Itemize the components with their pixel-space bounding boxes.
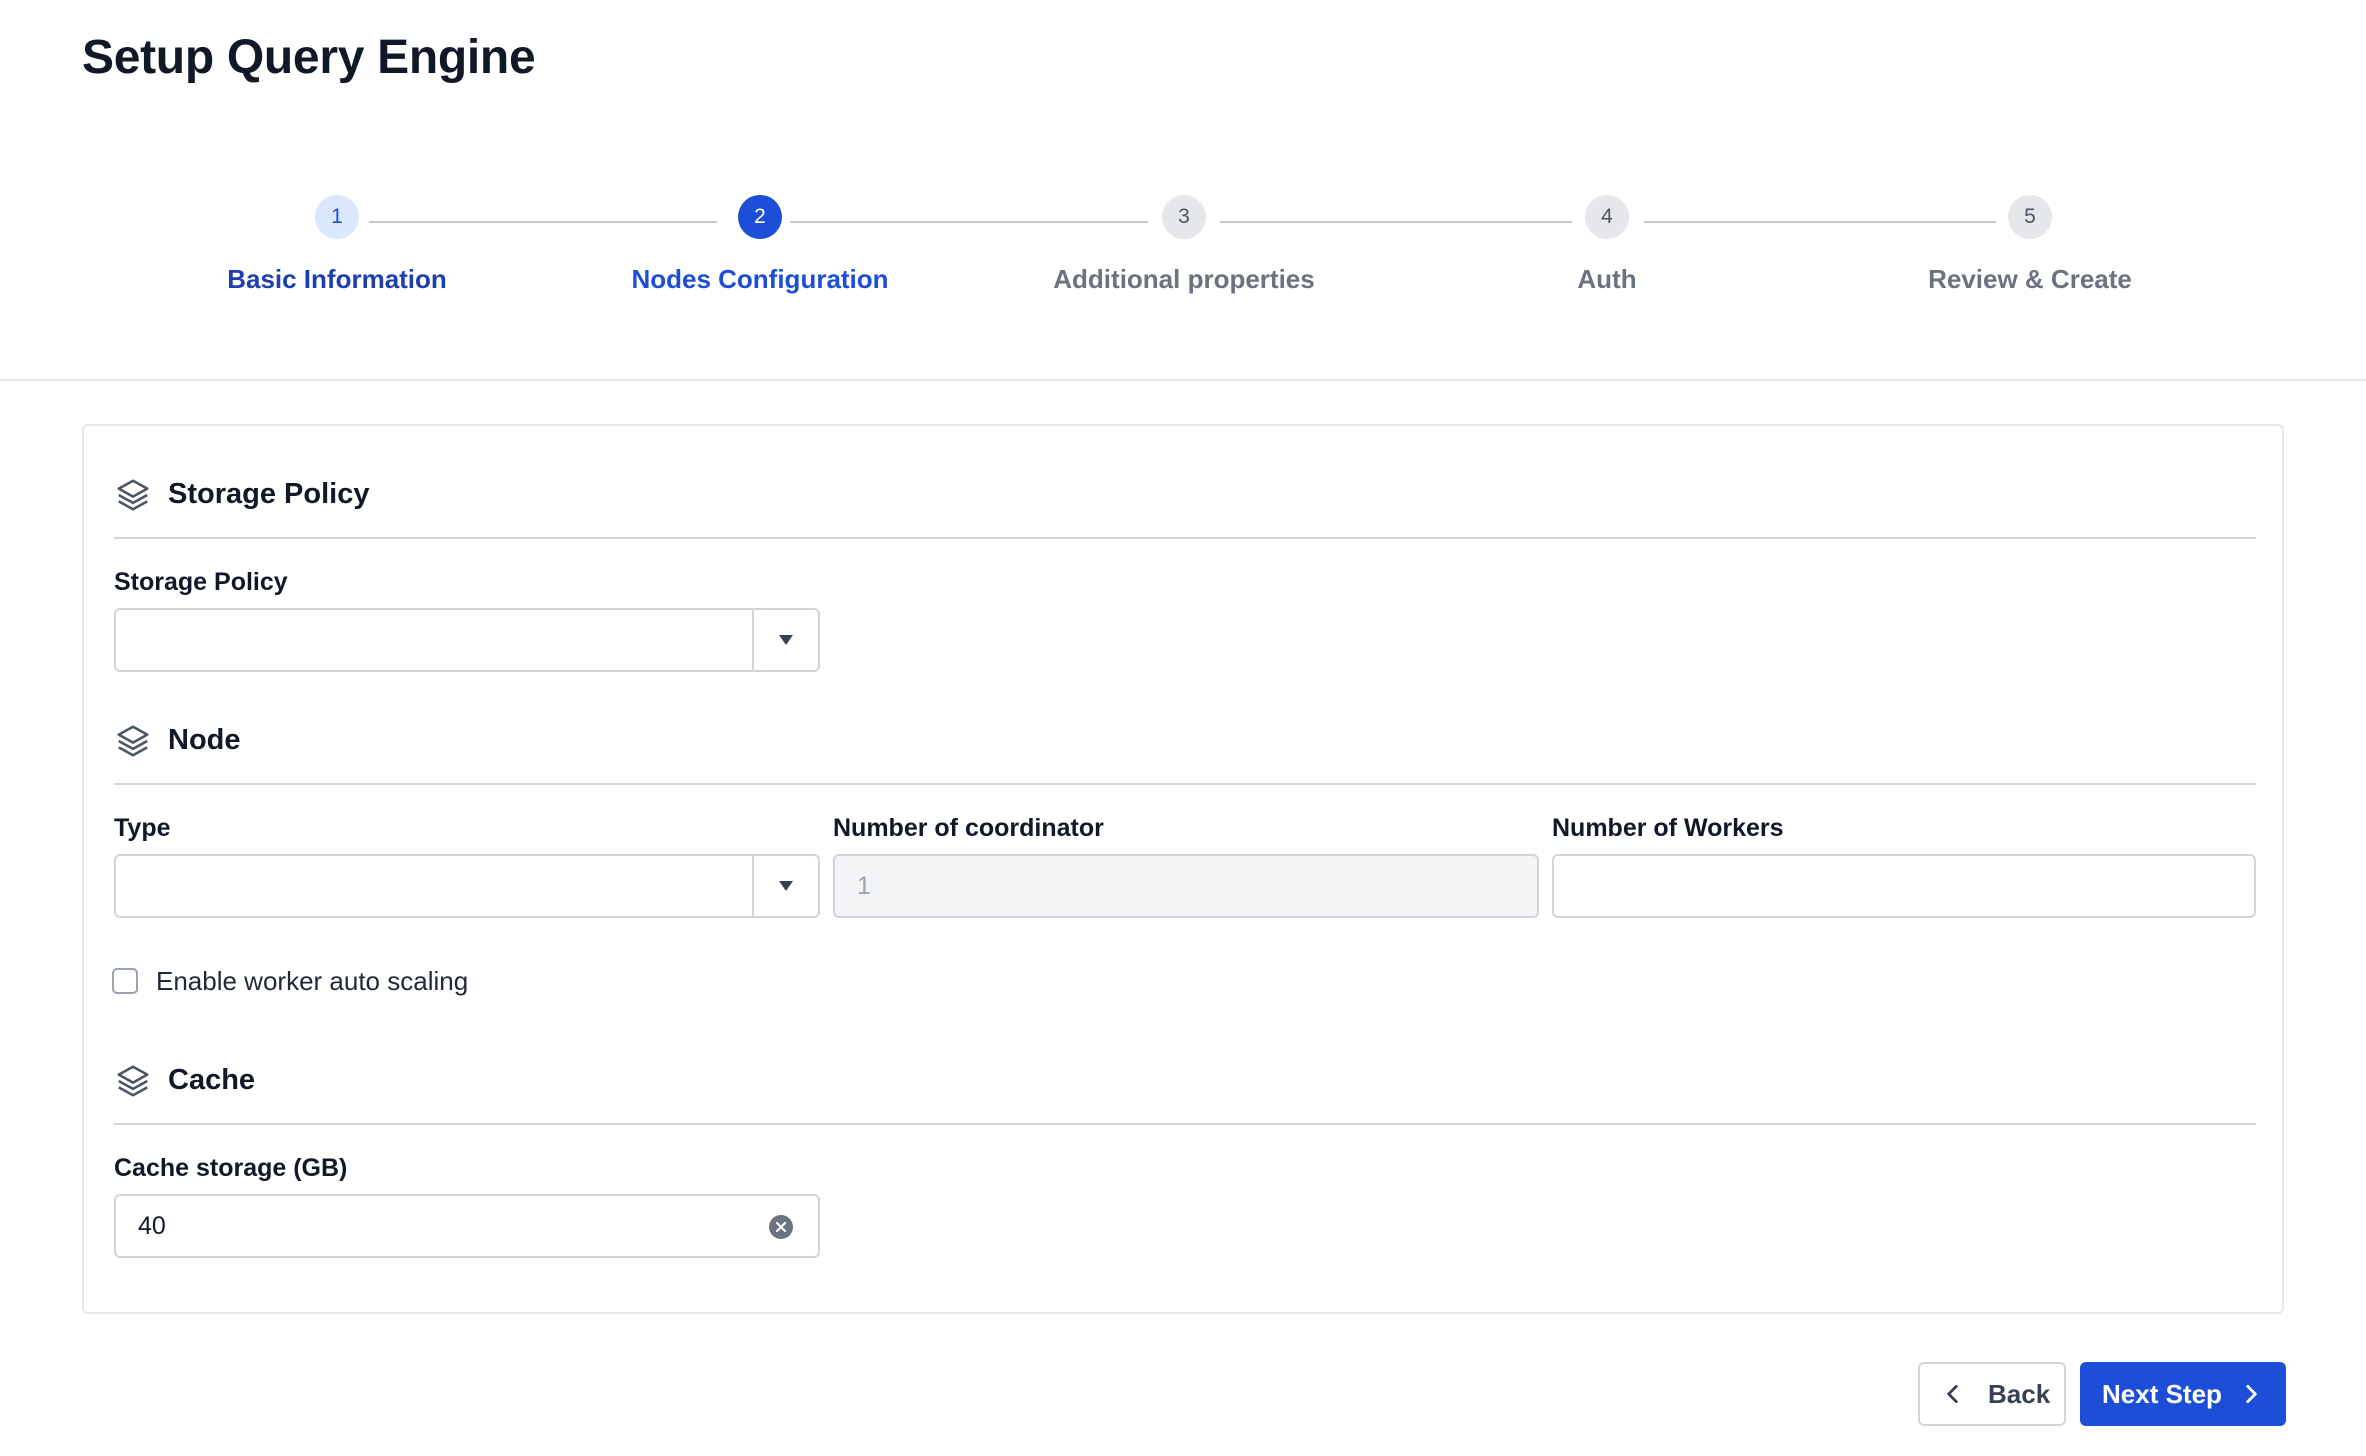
- step-label: Basic Information: [227, 264, 447, 294]
- clear-input-icon[interactable]: [768, 1214, 794, 1240]
- storage-policy-label: Storage Policy: [114, 568, 288, 596]
- coordinator-count-field: 1: [833, 854, 1539, 918]
- step-label: Auth: [1577, 264, 1637, 294]
- back-button-label: Back: [1988, 1378, 2051, 1409]
- caret-down-icon: [779, 635, 793, 645]
- auto-scaling-checkbox[interactable]: [112, 968, 138, 994]
- step-additional-properties[interactable]: 3 Additional properties: [972, 195, 1396, 295]
- coordinator-count-label: Number of coordinator: [833, 814, 1104, 842]
- step-review-create[interactable]: 5 Review & Create: [1818, 195, 2242, 295]
- storage-policy-section-header: Storage Policy: [114, 476, 2256, 516]
- node-type-dropdown-toggle[interactable]: [752, 856, 818, 916]
- step-number-badge: 2: [738, 195, 782, 239]
- section-divider: [114, 783, 2256, 785]
- layers-icon: [117, 479, 149, 511]
- caret-down-icon: [779, 881, 793, 891]
- step-label: Nodes Configuration: [631, 264, 889, 294]
- node-type-label: Type: [114, 814, 171, 842]
- worker-count-label: Number of Workers: [1552, 814, 1784, 842]
- section-title: Node: [168, 724, 241, 756]
- layers-icon: [117, 1065, 149, 1097]
- next-step-button-label: Next Step: [2102, 1378, 2222, 1409]
- layers-icon: [117, 725, 149, 757]
- cache-storage-value: 40: [138, 1212, 166, 1240]
- step-basic-information[interactable]: 1 Basic Information: [125, 195, 549, 295]
- step-label: Additional properties: [1053, 264, 1315, 294]
- node-type-select[interactable]: [114, 854, 820, 918]
- step-nodes-configuration[interactable]: 2 Nodes Configuration: [548, 195, 972, 295]
- configuration-card: Storage Policy Storage Policy Node Type: [82, 424, 2284, 1314]
- section-divider: [114, 1123, 2256, 1125]
- step-number-badge: 4: [1585, 195, 1629, 239]
- section-title: Cache: [168, 1064, 256, 1096]
- auto-scaling-label[interactable]: Enable worker auto scaling: [156, 966, 468, 997]
- chevron-right-icon: [2246, 1385, 2257, 1403]
- back-button[interactable]: Back: [1918, 1362, 2066, 1426]
- next-step-button[interactable]: Next Step: [2080, 1362, 2286, 1426]
- node-section-header: Node: [114, 722, 2256, 762]
- page-title: Setup Query Engine: [82, 31, 536, 84]
- step-number-badge: 3: [1162, 195, 1206, 239]
- cache-section-header: Cache: [114, 1062, 2256, 1102]
- wizard-stepper: 1 Basic Information 2 Nodes Configuratio…: [0, 195, 2366, 315]
- storage-policy-select[interactable]: [114, 608, 820, 672]
- cache-storage-label: Cache storage (GB): [114, 1154, 348, 1182]
- worker-count-input[interactable]: [1552, 854, 2256, 918]
- setup-query-engine-page: Setup Query Engine 1 Basic Information 2…: [0, 0, 2366, 1456]
- storage-policy-dropdown-toggle[interactable]: [752, 610, 818, 670]
- step-number-badge: 5: [2008, 195, 2052, 239]
- cache-storage-input[interactable]: 40: [114, 1194, 820, 1258]
- chevron-left-icon: [1947, 1385, 1958, 1403]
- coordinator-count-value: 1: [857, 872, 871, 900]
- step-number-badge: 1: [315, 195, 359, 239]
- section-title: Storage Policy: [168, 478, 370, 510]
- section-divider: [114, 537, 2256, 539]
- header-divider: [0, 379, 2366, 381]
- step-auth[interactable]: 4 Auth: [1395, 195, 1819, 295]
- step-label: Review & Create: [1928, 264, 2132, 294]
